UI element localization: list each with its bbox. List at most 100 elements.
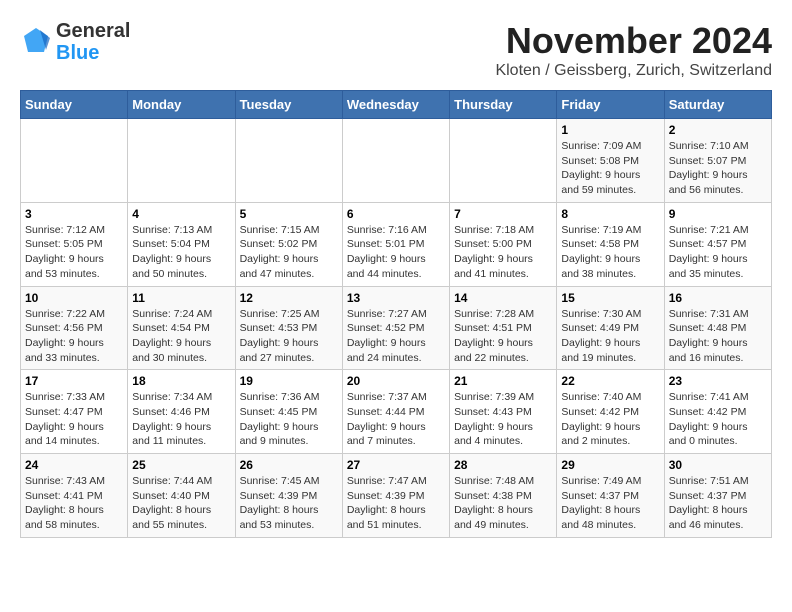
calendar-cell: 29 Sunrise: 7:49 AM Sunset: 4:37 PM Dayli… xyxy=(557,454,664,538)
day-number: 5 xyxy=(240,207,338,221)
calendar-week-row: 17Sunrise: 7:33 AM Sunset: 4:47 PM Dayli… xyxy=(21,370,772,454)
calendar-cell: 25Sunrise: 7:44 AM Sunset: 4:40 PM Dayli… xyxy=(128,454,235,538)
day-info: Sunrise: 7:16 AM Sunset: 5:01 PM Dayligh… xyxy=(347,223,445,282)
day-number: 25 xyxy=(132,458,230,472)
day-number: 9 xyxy=(669,207,767,221)
weekday-header: Monday xyxy=(128,91,235,119)
calendar-cell: 16Sunrise: 7:31 AM Sunset: 4:48 PM Dayli… xyxy=(664,286,771,370)
day-number: 28 xyxy=(454,458,552,472)
day-number: 16 xyxy=(669,291,767,305)
calendar-cell: 7 Sunrise: 7:18 AM Sunset: 5:00 PM Daylig… xyxy=(450,202,557,286)
calendar-body: 1Sunrise: 7:09 AM Sunset: 5:08 PM Daylig… xyxy=(21,119,772,538)
day-info: Sunrise: 7:34 AM Sunset: 4:46 PM Dayligh… xyxy=(132,390,230,449)
day-info: Sunrise: 7:28 AM Sunset: 4:51 PM Dayligh… xyxy=(454,307,552,366)
calendar-week-row: 1Sunrise: 7:09 AM Sunset: 5:08 PM Daylig… xyxy=(21,119,772,203)
day-info: Sunrise: 7:41 AM Sunset: 4:42 PM Dayligh… xyxy=(669,390,767,449)
day-info: Sunrise: 7:27 AM Sunset: 4:52 PM Dayligh… xyxy=(347,307,445,366)
weekday-header: Saturday xyxy=(664,91,771,119)
calendar-cell: 20 Sunrise: 7:37 AM Sunset: 4:44 PM Dayli… xyxy=(342,370,449,454)
calendar-cell: 8 Sunrise: 7:19 AM Sunset: 4:58 PM Daylig… xyxy=(557,202,664,286)
day-number: 23 xyxy=(669,374,767,388)
calendar-cell xyxy=(21,119,128,203)
calendar-cell: 1Sunrise: 7:09 AM Sunset: 5:08 PM Daylig… xyxy=(557,119,664,203)
calendar-week-row: 10Sunrise: 7:22 AM Sunset: 4:56 PM Dayli… xyxy=(21,286,772,370)
calendar-cell: 15Sunrise: 7:30 AM Sunset: 4:49 PM Dayli… xyxy=(557,286,664,370)
calendar-cell xyxy=(342,119,449,203)
day-number: 22 xyxy=(561,374,659,388)
title-block: November 2024 Kloten / Geissberg, Zurich… xyxy=(495,20,772,80)
day-info: Sunrise: 7:25 AM Sunset: 4:53 PM Dayligh… xyxy=(240,307,338,366)
day-number: 11 xyxy=(132,291,230,305)
day-info: Sunrise: 7:39 AM Sunset: 4:43 PM Dayligh… xyxy=(454,390,552,449)
day-number: 24 xyxy=(25,458,123,472)
day-number: 8 xyxy=(561,207,659,221)
day-info: Sunrise: 7:21 AM Sunset: 4:57 PM Dayligh… xyxy=(669,223,767,282)
calendar-cell: 18 Sunrise: 7:34 AM Sunset: 4:46 PM Dayli… xyxy=(128,370,235,454)
day-info: Sunrise: 7:22 AM Sunset: 4:56 PM Dayligh… xyxy=(25,307,123,366)
month-title: November 2024 xyxy=(495,20,772,62)
day-info: Sunrise: 7:47 AM Sunset: 4:39 PM Dayligh… xyxy=(347,474,445,533)
day-info: Sunrise: 7:37 AM Sunset: 4:44 PM Dayligh… xyxy=(347,390,445,449)
calendar-cell: 24 Sunrise: 7:43 AM Sunset: 4:41 PM Dayli… xyxy=(21,454,128,538)
day-info: Sunrise: 7:49 AM Sunset: 4:37 PM Dayligh… xyxy=(561,474,659,533)
calendar-cell: 3 Sunrise: 7:12 AM Sunset: 5:05 PM Daylig… xyxy=(21,202,128,286)
calendar-week-row: 3 Sunrise: 7:12 AM Sunset: 5:05 PM Daylig… xyxy=(21,202,772,286)
day-info: Sunrise: 7:13 AM Sunset: 5:04 PM Dayligh… xyxy=(132,223,230,282)
calendar-cell xyxy=(128,119,235,203)
day-info: Sunrise: 7:43 AM Sunset: 4:41 PM Dayligh… xyxy=(25,474,123,533)
calendar-header: SundayMondayTuesdayWednesdayThursdayFrid… xyxy=(21,91,772,119)
calendar-cell: 26Sunrise: 7:45 AM Sunset: 4:39 PM Dayli… xyxy=(235,454,342,538)
location-title: Kloten / Geissberg, Zurich, Switzerland xyxy=(495,62,772,80)
logo-text: General Blue xyxy=(56,20,130,64)
weekday-header: Wednesday xyxy=(342,91,449,119)
day-number: 18 xyxy=(132,374,230,388)
calendar-week-row: 24 Sunrise: 7:43 AM Sunset: 4:41 PM Dayli… xyxy=(21,454,772,538)
day-number: 7 xyxy=(454,207,552,221)
weekday-header: Sunday xyxy=(21,91,128,119)
weekday-header: Thursday xyxy=(450,91,557,119)
calendar-cell: 6 Sunrise: 7:16 AM Sunset: 5:01 PM Daylig… xyxy=(342,202,449,286)
logo: General Blue xyxy=(20,20,130,64)
day-info: Sunrise: 7:40 AM Sunset: 4:42 PM Dayligh… xyxy=(561,390,659,449)
logo-blue-text: Blue xyxy=(56,42,99,64)
calendar-cell xyxy=(235,119,342,203)
day-info: Sunrise: 7:51 AM Sunset: 4:37 PM Dayligh… xyxy=(669,474,767,533)
day-number: 6 xyxy=(347,207,445,221)
calendar-cell: 14 Sunrise: 7:28 AM Sunset: 4:51 PM Dayli… xyxy=(450,286,557,370)
day-info: Sunrise: 7:24 AM Sunset: 4:54 PM Dayligh… xyxy=(132,307,230,366)
calendar-cell: 2Sunrise: 7:10 AM Sunset: 5:07 PM Daylig… xyxy=(664,119,771,203)
day-number: 26 xyxy=(240,458,338,472)
day-number: 17 xyxy=(25,374,123,388)
day-number: 2 xyxy=(669,123,767,137)
calendar-cell: 9 Sunrise: 7:21 AM Sunset: 4:57 PM Daylig… xyxy=(664,202,771,286)
day-number: 29 xyxy=(561,458,659,472)
calendar-cell: 4 Sunrise: 7:13 AM Sunset: 5:04 PM Daylig… xyxy=(128,202,235,286)
day-info: Sunrise: 7:12 AM Sunset: 5:05 PM Dayligh… xyxy=(25,223,123,282)
day-number: 21 xyxy=(454,374,552,388)
day-number: 20 xyxy=(347,374,445,388)
calendar-cell: 11 Sunrise: 7:24 AM Sunset: 4:54 PM Dayli… xyxy=(128,286,235,370)
calendar-cell: 12 Sunrise: 7:25 AM Sunset: 4:53 PM Dayli… xyxy=(235,286,342,370)
day-info: Sunrise: 7:19 AM Sunset: 4:58 PM Dayligh… xyxy=(561,223,659,282)
day-number: 12 xyxy=(240,291,338,305)
day-number: 3 xyxy=(25,207,123,221)
calendar-cell: 13Sunrise: 7:27 AM Sunset: 4:52 PM Dayli… xyxy=(342,286,449,370)
calendar-table: SundayMondayTuesdayWednesdayThursdayFrid… xyxy=(20,90,772,538)
day-info: Sunrise: 7:18 AM Sunset: 5:00 PM Dayligh… xyxy=(454,223,552,282)
page-header: General Blue November 2024 Kloten / Geis… xyxy=(20,20,772,80)
day-info: Sunrise: 7:48 AM Sunset: 4:38 PM Dayligh… xyxy=(454,474,552,533)
logo-icon xyxy=(20,26,52,58)
day-info: Sunrise: 7:15 AM Sunset: 5:02 PM Dayligh… xyxy=(240,223,338,282)
day-number: 4 xyxy=(132,207,230,221)
weekday-row: SundayMondayTuesdayWednesdayThursdayFrid… xyxy=(21,91,772,119)
calendar-cell: 19Sunrise: 7:36 AM Sunset: 4:45 PM Dayli… xyxy=(235,370,342,454)
day-number: 30 xyxy=(669,458,767,472)
logo-general-text: General xyxy=(56,20,130,42)
day-number: 1 xyxy=(561,123,659,137)
calendar-cell: 28 Sunrise: 7:48 AM Sunset: 4:38 PM Dayli… xyxy=(450,454,557,538)
calendar-cell: 21 Sunrise: 7:39 AM Sunset: 4:43 PM Dayli… xyxy=(450,370,557,454)
day-number: 27 xyxy=(347,458,445,472)
day-number: 14 xyxy=(454,291,552,305)
calendar-cell: 30 Sunrise: 7:51 AM Sunset: 4:37 PM Dayli… xyxy=(664,454,771,538)
calendar-cell: 10Sunrise: 7:22 AM Sunset: 4:56 PM Dayli… xyxy=(21,286,128,370)
